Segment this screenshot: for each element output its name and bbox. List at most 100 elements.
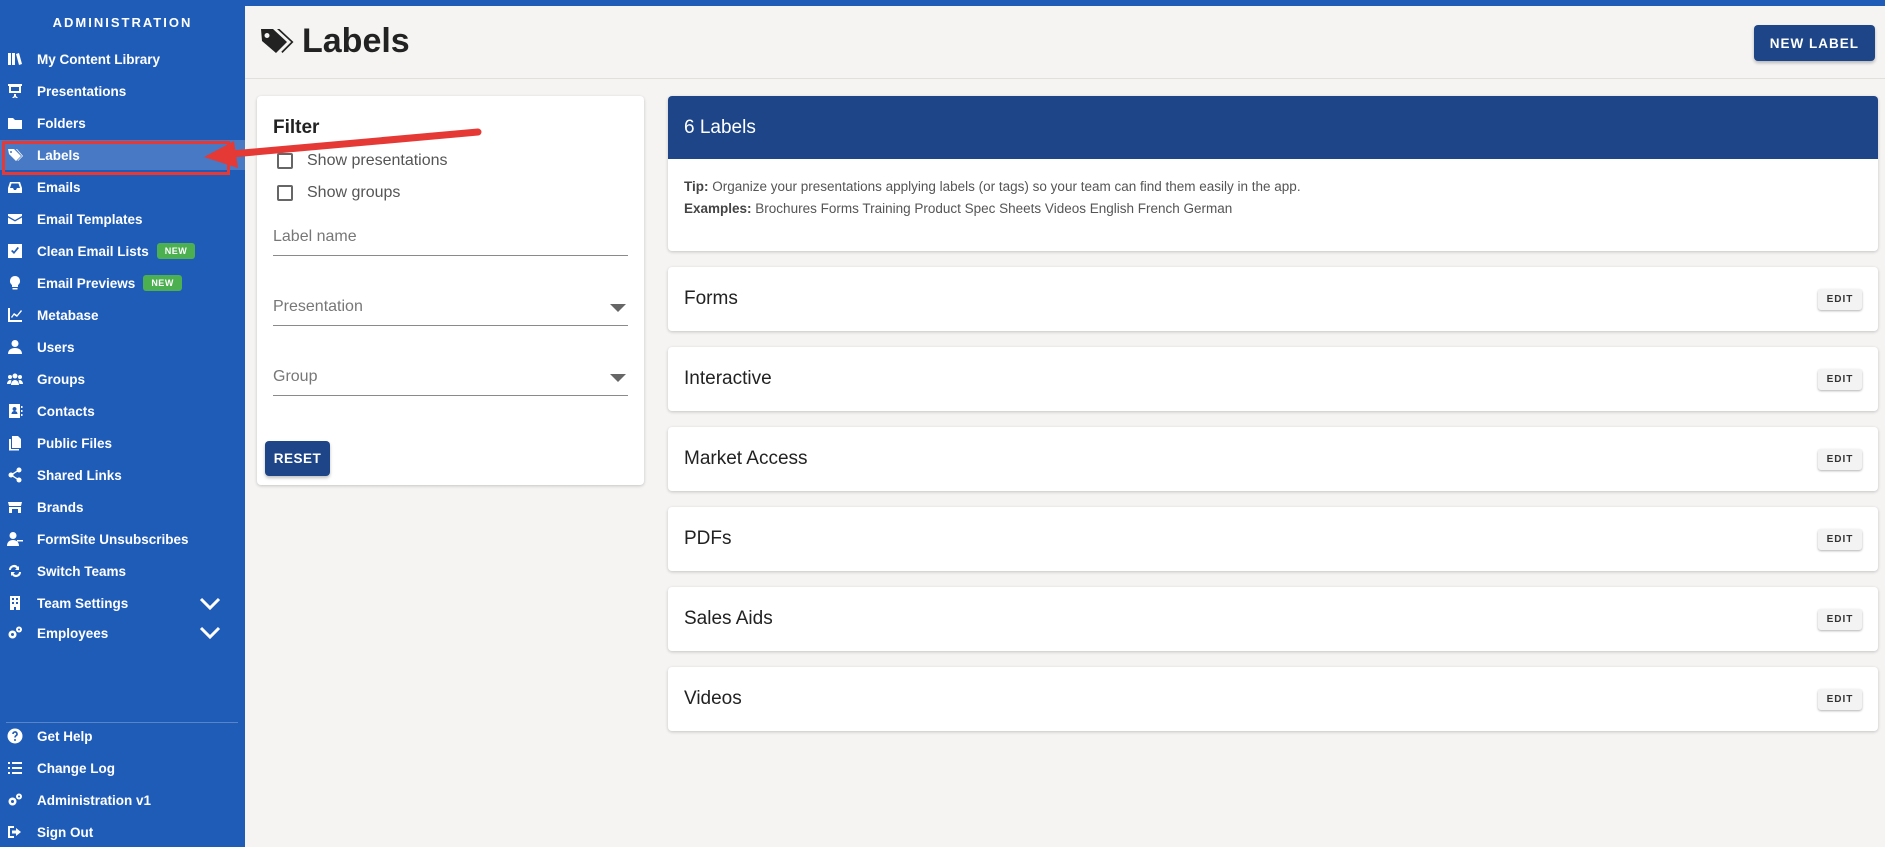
inbox-icon [6, 178, 24, 196]
sidebar-item-label: Team Settings [37, 595, 129, 611]
dropdown-arrow-icon [610, 374, 626, 382]
sidebar-item-label: Change Log [37, 760, 115, 776]
sidebar-item-label: Employees [37, 625, 109, 641]
sidebar-item-sign-out[interactable]: Sign Out [0, 817, 245, 847]
sidebar-item-label: Clean Email Lists [37, 243, 149, 259]
presentation-icon [6, 82, 24, 100]
sidebar-title: ADMINISTRATION [52, 15, 193, 30]
annotation-highlight-box [2, 141, 230, 175]
envelope-icon [6, 210, 24, 228]
address-book-icon [6, 402, 24, 420]
sidebar-item-label: Administration v1 [37, 792, 152, 808]
sidebar-item-administration-v1[interactable]: Administration v1 [0, 785, 245, 815]
sign-out-icon [6, 823, 24, 841]
presentation-select[interactable]: Presentation [273, 298, 628, 326]
sidebar-item-clean-email-lists[interactable]: Clean Email Lists NEW [0, 236, 245, 266]
sidebar-item-groups[interactable]: Groups [0, 364, 245, 394]
share-icon [6, 466, 24, 484]
page-title: Labels [260, 22, 410, 61]
dropdown-arrow-icon [610, 304, 626, 312]
sidebar-item-formsite-unsubscribes[interactable]: FormSite Unsubscribes [0, 524, 245, 554]
users-icon [6, 370, 24, 388]
sidebar-item-label: Contacts [37, 403, 95, 419]
sidebar-item-label: Email Previews [37, 275, 136, 291]
sidebar-item-emails[interactable]: Emails [0, 172, 245, 202]
cogs-icon [6, 624, 24, 642]
sidebar-item-users[interactable]: Users [0, 332, 245, 362]
label-card: Sales Aids EDIT [668, 587, 1878, 651]
chevron-down-icon[interactable] [198, 621, 222, 645]
page-title-text: Labels [302, 22, 410, 60]
labels-count: 6 Labels [668, 96, 1878, 159]
edit-button[interactable]: EDIT [1818, 449, 1862, 470]
examples-body: Brochures Forms Training Product Spec Sh… [751, 201, 1233, 216]
chevron-down-icon[interactable] [198, 592, 222, 616]
sidebar-item-label: Metabase [37, 307, 99, 323]
sidebar-item-email-templates[interactable]: Email Templates [0, 204, 245, 234]
sidebar-item-public-files[interactable]: Public Files [0, 428, 245, 458]
sidebar-item-brands[interactable]: Brands [0, 492, 245, 522]
presentation-placeholder: Presentation [273, 298, 363, 315]
filter-panel: Filter Show presentations Show groups La… [257, 96, 644, 485]
sidebar-item-label: Shared Links [37, 467, 122, 483]
filter-title: Filter [273, 117, 320, 138]
library-icon [6, 50, 24, 68]
edit-button[interactable]: EDIT [1818, 369, 1862, 390]
show-groups-option[interactable]: Show groups [277, 184, 400, 202]
sidebar-item-label: Users [37, 339, 75, 355]
sidebar-item-change-log[interactable]: Change Log [0, 753, 245, 783]
label-card: Videos EDIT [668, 667, 1878, 731]
sidebar-item-label: Sign Out [37, 824, 94, 840]
sidebar-item-label: Groups [37, 371, 86, 387]
user-icon [6, 338, 24, 356]
label-name: PDFs [684, 528, 732, 549]
sidebar-item-label: Email Templates [37, 211, 143, 227]
sidebar-item-label: Get Help [37, 728, 93, 744]
sidebar-item-presentations[interactable]: Presentations [0, 76, 245, 106]
edit-button[interactable]: EDIT [1818, 529, 1862, 550]
new-label-button[interactable]: NEW LABEL [1753, 25, 1875, 61]
sidebar-item-get-help[interactable]: Get Help [0, 721, 245, 751]
sidebar-item-label: My Content Library [37, 51, 161, 67]
sidebar-item-label: Folders [37, 115, 86, 131]
sidebar-item-folders[interactable]: Folders [0, 108, 245, 138]
edit-button[interactable]: EDIT [1818, 609, 1862, 630]
label-card: Forms EDIT [668, 267, 1878, 331]
sidebar-item-metabase[interactable]: Metabase [0, 300, 245, 330]
sidebar-item-label: Switch Teams [37, 563, 127, 579]
tags-icon [260, 27, 294, 57]
label-name: Interactive [684, 368, 772, 389]
show-presentations-option[interactable]: Show presentations [277, 152, 448, 170]
sidebar-item-contacts[interactable]: Contacts [0, 396, 245, 426]
show-presentations-checkbox[interactable] [277, 153, 293, 169]
show-groups-checkbox[interactable] [277, 185, 293, 201]
sidebar-item-label: Public Files [37, 435, 113, 451]
sidebar-item-label: FormSite Unsubscribes [37, 531, 189, 547]
new-badge: NEW [156, 243, 196, 259]
sidebar-item-email-previews[interactable]: Email Previews NEW [0, 268, 245, 298]
sidebar-item-switch-teams[interactable]: Switch Teams [0, 556, 245, 586]
label-name: Sales Aids [684, 608, 773, 629]
help-icon [6, 727, 24, 745]
files-icon [6, 434, 24, 452]
group-select[interactable]: Group [273, 368, 628, 396]
tip-prefix: Tip: [684, 179, 709, 194]
edit-button[interactable]: EDIT [1818, 689, 1862, 710]
edit-button[interactable]: EDIT [1818, 289, 1862, 310]
checkbox-icon [6, 242, 24, 260]
switch-icon [6, 562, 24, 580]
sidebar-item-my-content-library[interactable]: My Content Library [0, 44, 245, 74]
label-card: Interactive EDIT [668, 347, 1878, 411]
show-groups-label: Show groups [307, 184, 401, 201]
sidebar-item-shared-links[interactable]: Shared Links [0, 460, 245, 490]
examples-prefix: Examples: [684, 201, 752, 216]
sidebar: ADMINISTRATION My Content Library Presen… [0, 0, 245, 847]
sidebar-item-label: Presentations [37, 83, 127, 99]
cogs-icon [6, 791, 24, 809]
label-name-placeholder: Label name [273, 228, 357, 245]
reset-button[interactable]: RESET [265, 441, 330, 476]
labels-summary-card: 6 Labels Tip: Organize your presentation… [668, 96, 1878, 251]
group-placeholder: Group [273, 368, 318, 385]
label-name-input[interactable]: Label name [273, 228, 628, 256]
lightbulb-icon [6, 274, 24, 292]
